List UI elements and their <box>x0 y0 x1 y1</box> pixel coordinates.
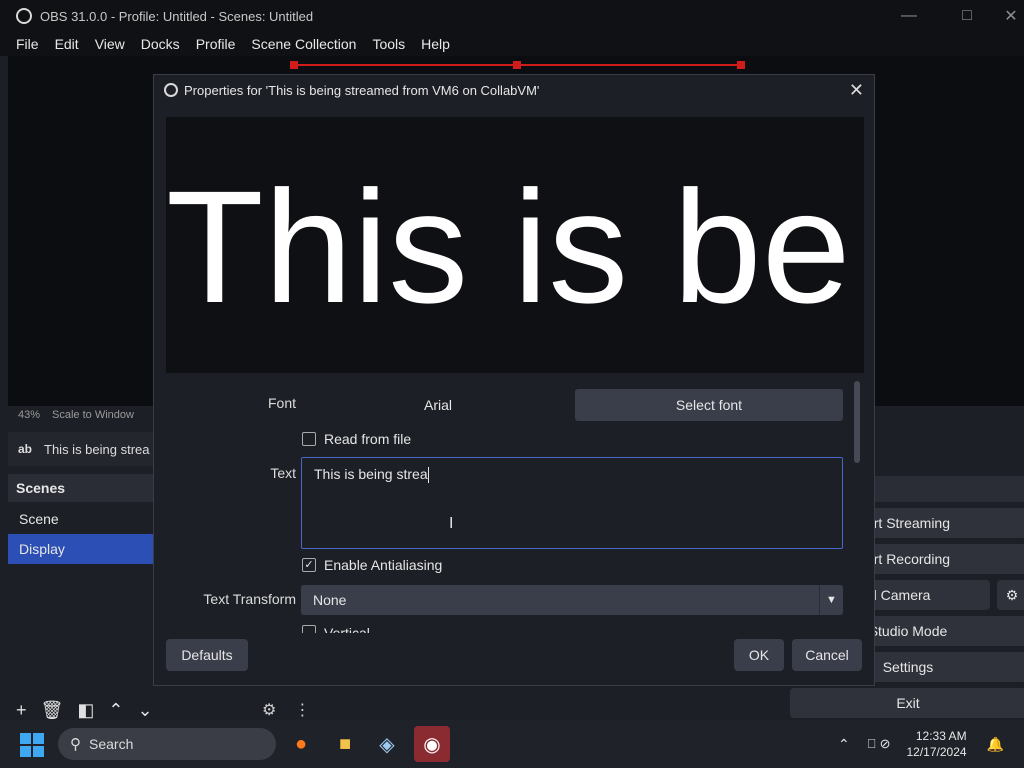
read-from-file-row[interactable]: Read from file <box>302 431 411 447</box>
properties-scrollbar[interactable] <box>854 381 860 635</box>
windows-start-icon[interactable] <box>20 733 44 757</box>
move-down-icon[interactable]: ⌄ <box>137 700 152 721</box>
properties-dialog: Properties for 'This is being streamed f… <box>153 74 875 686</box>
antialiasing-checkbox[interactable]: ✓ <box>302 558 316 572</box>
select-font-button[interactable]: Select font <box>575 389 843 421</box>
exit-button[interactable]: Exit <box>790 688 1024 718</box>
notification-bell-icon[interactable]: 🔔 <box>987 736 1004 753</box>
scale-mode[interactable]: Scale to Window <box>52 409 134 421</box>
title-bar: OBS 31.0.0 - Profile: Untitled - Scenes:… <box>0 0 1024 32</box>
read-from-file-label: Read from file <box>324 431 412 447</box>
menu-view[interactable]: View <box>87 36 133 52</box>
text-caret <box>427 467 429 484</box>
text-transform-value: None <box>313 592 347 608</box>
text-input-value: This is being strea <box>314 466 428 482</box>
obs-dialog-icon <box>164 83 178 97</box>
scene-item-display[interactable]: Display <box>8 534 158 564</box>
read-from-file-checkbox[interactable] <box>302 432 316 446</box>
menu-file[interactable]: File <box>8 36 47 52</box>
search-icon: ⚲ <box>70 736 81 753</box>
virtual-camera-settings-icon[interactable]: ⚙ <box>997 580 1024 610</box>
text-transform-select[interactable]: None ▼ <box>301 585 843 615</box>
scenes-header: Scenes <box>8 474 158 502</box>
volume-muted-icon[interactable]: ⊘ <box>880 736 891 752</box>
font-name-display: Arial <box>302 389 574 421</box>
taskbar: ⚲ Search ● ■ ◈ ◉ ⌃ ⎕ ⊘ 12:33 AM 12/17/20… <box>0 720 1024 768</box>
source-preview: This is be <box>166 117 864 373</box>
close-icon[interactable]: ✕ <box>849 80 864 101</box>
menu-edit[interactable]: Edit <box>47 36 87 52</box>
ok-button[interactable]: OK <box>734 639 784 671</box>
window-title: OBS 31.0.0 - Profile: Untitled - Scenes:… <box>40 8 314 24</box>
more-options-icon[interactable]: ⋮ <box>294 700 310 720</box>
scene-filters-icon[interactable]: ◧ <box>77 700 94 721</box>
controls-header <box>874 476 1024 502</box>
font-label: Font <box>267 395 296 411</box>
cancel-button[interactable]: Cancel <box>792 639 862 671</box>
scrollbar-thumb[interactable] <box>854 381 860 463</box>
text-source-icon: ab <box>18 442 33 456</box>
dialog-title-bar: Properties for 'This is being streamed f… <box>154 75 874 105</box>
selection-handle[interactable] <box>290 61 298 69</box>
search-placeholder: Search <box>89 736 134 752</box>
text-input[interactable]: This is being strea <box>301 457 843 549</box>
clock-time: 12:33 AM <box>915 729 967 743</box>
vertical-label: Vertical <box>324 625 370 633</box>
chevron-up-icon[interactable]: ⌃ <box>838 736 850 753</box>
menu-help[interactable]: Help <box>413 36 458 52</box>
defaults-button[interactable]: Defaults <box>166 639 248 671</box>
close-window-button[interactable]: ✕ <box>988 0 1024 32</box>
vertical-checkbox[interactable] <box>302 625 316 633</box>
obs-app-icon <box>16 8 32 24</box>
network-icon[interactable]: ⎕ <box>868 736 876 752</box>
clock[interactable]: 12:33 AM 12/17/2024 <box>907 728 967 760</box>
scene-item-scene[interactable]: Scene <box>8 504 158 534</box>
minimize-button[interactable]: — <box>886 0 932 32</box>
virtualbox-icon[interactable]: ◈ <box>369 726 405 762</box>
antialiasing-label: Enable Antialiasing <box>324 557 443 573</box>
system-tray: ⌃ ⎕ ⊘ 12:33 AM 12/17/2024 🔔 <box>838 720 1024 768</box>
zoom-level[interactable]: 43% <box>18 409 40 421</box>
add-scene-icon[interactable]: + <box>16 700 27 721</box>
obs-taskbar-icon[interactable]: ◉ <box>414 726 450 762</box>
clock-date: 12/17/2024 <box>906 745 967 759</box>
preview-rendered-text: This is be <box>166 157 851 336</box>
selection-handle[interactable] <box>513 61 521 69</box>
maximize-button[interactable]: □ <box>944 0 990 32</box>
menu-profile[interactable]: Profile <box>188 36 244 52</box>
advanced-audio-icon[interactable]: ⚙ <box>262 700 276 720</box>
scenes-panel: Scenes Scene Display <box>8 474 158 692</box>
dialog-title: Properties for 'This is being streamed f… <box>184 82 540 98</box>
ibeam-cursor-icon: I <box>449 515 454 532</box>
text-label: Text <box>270 465 296 481</box>
selected-source-bar[interactable]: ab This is being strea <box>8 432 158 466</box>
selection-handle[interactable] <box>737 61 745 69</box>
vertical-row[interactable]: Vertical <box>302 625 370 633</box>
file-explorer-icon[interactable]: ■ <box>327 726 363 762</box>
selected-source-label: This is being strea <box>44 441 150 457</box>
menu-bar: File Edit View Docks Profile Scene Colle… <box>0 32 1024 56</box>
move-up-icon[interactable]: ⌃ <box>108 700 123 721</box>
antialiasing-row[interactable]: ✓ Enable Antialiasing <box>302 557 442 573</box>
menu-docks[interactable]: Docks <box>133 36 188 52</box>
menu-tools[interactable]: Tools <box>364 36 413 52</box>
menu-scene-collection[interactable]: Scene Collection <box>243 36 364 52</box>
chevron-down-icon: ▼ <box>819 585 843 615</box>
remove-scene-icon[interactable]: 🗑 <box>41 700 64 721</box>
firefox-icon[interactable]: ● <box>283 726 319 762</box>
preview-status-strip: 43% Scale to Window <box>8 406 158 424</box>
taskbar-search[interactable]: ⚲ Search <box>58 728 276 760</box>
text-transform-label: Text Transform <box>203 591 296 607</box>
